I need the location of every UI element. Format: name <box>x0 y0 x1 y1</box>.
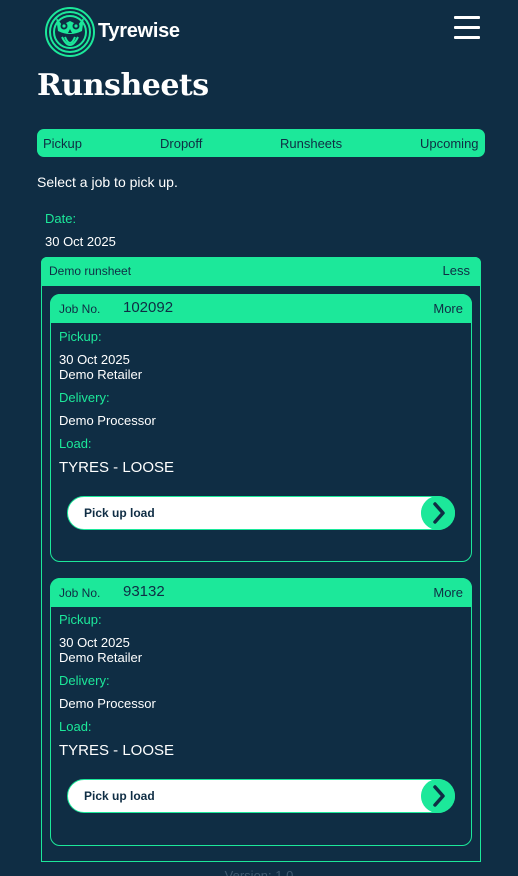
instruction-text: Select a job to pick up. <box>37 174 178 190</box>
load-value: TYRES - LOOSE <box>59 459 175 476</box>
job-number-label: Job No. <box>59 302 101 316</box>
chevron-right-icon <box>421 496 455 530</box>
pick-up-load-button[interactable]: Pick up load <box>67 496 455 530</box>
owl-logo-icon[interactable] <box>44 7 96 57</box>
job-number: 93132 <box>123 583 165 600</box>
version-text: Version: 1.0 <box>224 868 294 876</box>
chevron-right-icon <box>421 779 455 813</box>
more-button[interactable]: More <box>433 585 463 600</box>
delivery-place: Demo Processor <box>59 696 156 711</box>
more-button[interactable]: More <box>433 301 463 316</box>
pickup-date: 30 Oct 2025 <box>59 635 130 650</box>
pick-up-load-label: Pick up load <box>84 506 155 520</box>
job-card: Job No. 102092 More Pickup: 30 Oct 2025 … <box>50 294 472 562</box>
pickup-date: 30 Oct 2025 <box>59 352 130 367</box>
job-number: 102092 <box>123 299 174 316</box>
job-card-header: Job No. 102092 More <box>50 294 472 323</box>
runsheet-panel: Demo runsheet Less Job No. 102092 More P… <box>41 257 481 862</box>
load-label: Load: <box>59 719 92 734</box>
pick-up-load-button[interactable]: Pick up load <box>67 779 455 813</box>
tab-runsheets[interactable]: Runsheets <box>280 136 342 151</box>
nav-tabs: Pickup Dropoff Runsheets Upcoming <box>37 129 485 157</box>
tab-dropoff[interactable]: Dropoff <box>160 136 202 151</box>
brand-name: Tyrewise <box>98 20 180 42</box>
job-number-label: Job No. <box>59 586 101 600</box>
app-header: Tyrewise <box>0 0 518 64</box>
pick-up-load-label: Pick up load <box>84 789 155 803</box>
hamburger-menu-icon[interactable] <box>454 16 480 40</box>
job-card-header: Job No. 93132 More <box>50 578 472 607</box>
delivery-label: Delivery: <box>59 673 110 688</box>
job-card: Job No. 93132 More Pickup: 30 Oct 2025 D… <box>50 578 472 846</box>
pickup-label: Pickup: <box>59 329 102 344</box>
pickup-label: Pickup: <box>59 612 102 627</box>
tab-pickup[interactable]: Pickup <box>43 136 82 151</box>
load-value: TYRES - LOOSE <box>59 742 175 759</box>
date-value: 30 Oct 2025 <box>45 234 116 249</box>
runsheet-name: Demo runsheet <box>49 264 132 278</box>
date-label: Date: <box>45 211 77 226</box>
delivery-label: Delivery: <box>59 390 110 405</box>
tab-upcoming[interactable]: Upcoming <box>420 136 479 151</box>
load-label: Load: <box>59 436 92 451</box>
delivery-place: Demo Processor <box>59 413 156 428</box>
pickup-place: Demo Retailer <box>59 650 143 665</box>
pickup-place: Demo Retailer <box>59 367 143 382</box>
page-title: Runsheets <box>37 68 209 103</box>
less-button[interactable]: Less <box>443 263 470 278</box>
runsheet-header: Demo runsheet Less <box>41 257 481 286</box>
